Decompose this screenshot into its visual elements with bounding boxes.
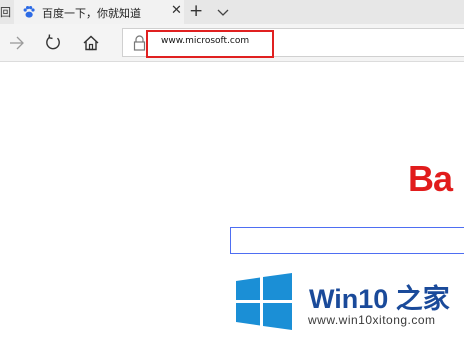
watermark-brand: Win10 之家 (309, 284, 450, 314)
tab-title: 百度一下，你就知道 (42, 7, 141, 20)
tab-previous-label: 回 (0, 6, 11, 19)
forward-arrow-icon[interactable] (7, 33, 27, 53)
lock-icon (133, 35, 146, 51)
search-input[interactable] (230, 227, 464, 254)
home-icon[interactable] (81, 33, 101, 53)
refresh-icon[interactable] (43, 33, 63, 53)
baidu-paw-icon (23, 6, 35, 18)
chevron-down-icon[interactable] (214, 3, 232, 21)
tab-strip: 回 百度一下，你就知道 ✕ + (0, 0, 464, 24)
url-highlight-annotation (146, 30, 274, 58)
watermark-url: www.win10xitong.com (308, 313, 436, 327)
tab-close-icon[interactable]: ✕ (171, 3, 182, 18)
tab-baidu[interactable]: 百度一下，你就知道 ✕ (14, 0, 184, 24)
windows-logo-icon (236, 273, 292, 330)
tab-previous[interactable]: 回 (0, 0, 15, 24)
new-tab-button[interactable]: + (189, 1, 203, 21)
baidu-logo: Ba (408, 158, 453, 199)
